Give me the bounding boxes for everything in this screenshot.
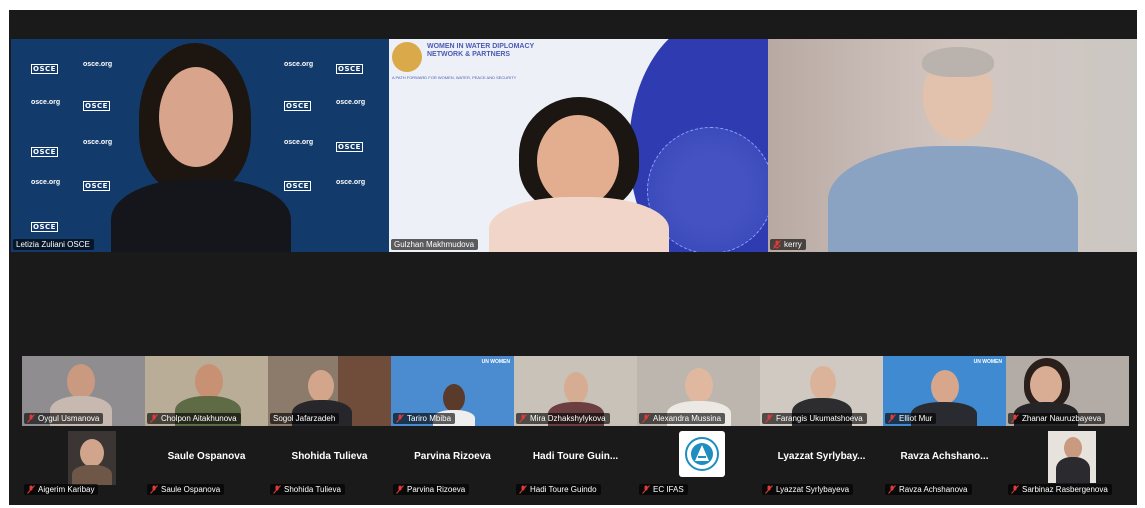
- mic-muted-icon: [773, 240, 781, 249]
- wwd-logo-icon: [392, 42, 422, 72]
- osce-url-text: osce.org: [336, 179, 366, 186]
- mic-muted-icon: [1011, 485, 1019, 494]
- mic-muted-icon: [642, 485, 650, 494]
- participant-name-label: Parvina Rizoeva: [393, 484, 470, 495]
- mic-muted-icon: [396, 414, 404, 423]
- osce-logo-icon: OSCE: [31, 64, 58, 74]
- mic-muted-icon: [27, 485, 35, 494]
- gallery-tile[interactable]: UN WOMEN Elliot Mur: [883, 356, 1006, 426]
- gallery-tile[interactable]: Parvina Rizoeva Parvina Rizoeva: [391, 427, 514, 497]
- osce-logo-icon: OSCE: [83, 101, 110, 111]
- participant-name-label: Sarbinaz Rasbergenova: [1008, 484, 1112, 495]
- participant-name-label: EC IFAS: [639, 484, 688, 495]
- osce-url-text: osce.org: [31, 179, 61, 186]
- gallery-tile[interactable]: Farangis Ukumatshoeva: [760, 356, 883, 426]
- osce-logo-icon: OSCE: [31, 147, 58, 157]
- participant-thumbnail: [68, 431, 116, 485]
- gallery-tile[interactable]: Ravza Achshano... Ravza Achshanova: [883, 427, 1006, 497]
- gallery-tile[interactable]: Cholpon Aitakhunova: [145, 356, 268, 426]
- mic-muted-icon: [765, 414, 773, 423]
- un-women-logo-icon: UN WOMEN: [481, 359, 510, 365]
- gallery-tile[interactable]: Oygul Usmanova: [22, 356, 145, 426]
- ec-ifas-logo-icon: [679, 431, 725, 477]
- gallery-tile[interactable]: EC IFAS: [637, 427, 760, 497]
- mic-muted-icon: [888, 485, 896, 494]
- video-tile-gulzhan[interactable]: WOMEN IN WATER DIPLOMACY NETWORK & PARTN…: [389, 39, 768, 252]
- participant-name-label: Ravza Achshanova: [885, 484, 972, 495]
- gallery-tile[interactable]: UN WOMEN Tariro Mbiba: [391, 356, 514, 426]
- osce-logo-icon: OSCE: [83, 181, 110, 191]
- video-tile-kerry[interactable]: kerry: [768, 39, 1137, 252]
- gallery-tile[interactable]: Zhanar Nauruzbayeva: [1006, 356, 1129, 426]
- participant-name-label: Zhanar Nauruzbayeva: [1008, 413, 1106, 424]
- participant-thumbnail: [1048, 431, 1096, 483]
- participant-name-label: Saule Ospanova: [147, 484, 225, 495]
- participant-video-image: [111, 39, 291, 252]
- mic-muted-icon: [27, 414, 35, 423]
- participant-name-label: kerry: [770, 239, 806, 250]
- mic-muted-icon: [765, 485, 773, 494]
- participant-name-label: Lyazzat Syrlybayeva: [762, 484, 854, 495]
- gallery-tile[interactable]: Sogol Jafarzadeh: [268, 356, 391, 426]
- video-tile-letizia[interactable]: OSCE osce.org OSCE osce.org OSCE osce.or…: [11, 39, 389, 252]
- mic-muted-icon: [519, 414, 527, 423]
- gallery-tile[interactable]: Lyazzat Syrlybay... Lyazzat Syrlybayeva: [760, 427, 883, 497]
- gallery-tile[interactable]: Aigerim Karibay: [22, 427, 145, 497]
- participant-name-label: Aigerim Karibay: [24, 484, 99, 495]
- gallery-tile[interactable]: Hadi Toure Guin... Hadi Toure Guindo: [514, 427, 637, 497]
- banner-title: WOMEN IN WATER DIPLOMACY NETWORK & PARTN…: [427, 43, 535, 58]
- participant-name-label: Farangis Ukumatshoeva: [762, 413, 867, 424]
- osce-url-text: osce.org: [83, 61, 113, 68]
- participant-name-label: Letizia Zuliani OSCE: [13, 239, 94, 250]
- video-conference-window: OSCE osce.org OSCE osce.org OSCE osce.or…: [9, 10, 1137, 505]
- gallery-tile[interactable]: Sarbinaz Rasbergenova: [1006, 427, 1129, 497]
- participant-name-label: Mira Dzhakshylykova: [516, 413, 610, 424]
- banner-subtitle: A PATH FORWARD FOR WOMEN, WATER, PEACE A…: [392, 75, 517, 80]
- osce-logo-icon: OSCE: [336, 142, 363, 152]
- participant-name-label: Elliot Mur: [885, 413, 937, 424]
- gallery-tile[interactable]: Alexandra Mussina: [637, 356, 760, 426]
- participant-video-image: [828, 47, 1078, 252]
- mic-muted-icon: [888, 414, 896, 423]
- participant-video-image: [489, 97, 669, 252]
- osce-url-text: osce.org: [336, 99, 366, 106]
- participant-name-label: Oygul Usmanova: [24, 413, 104, 424]
- un-women-logo-icon: UN WOMEN: [973, 359, 1002, 365]
- participant-name-label: Gulzhan Makhmudova: [391, 239, 479, 250]
- gallery-tile[interactable]: Shohida Tulieva Shohida Tulieva: [268, 427, 391, 497]
- participant-name-label: Hadi Toure Guindo: [516, 484, 601, 495]
- participant-name-label: Tariro Mbiba: [393, 413, 456, 424]
- mic-muted-icon: [150, 485, 158, 494]
- participant-name-label: Sogol Jafarzadeh: [270, 413, 340, 424]
- participant-name-label: Shohida Tulieva: [270, 484, 345, 495]
- osce-logo-icon: OSCE: [31, 222, 58, 232]
- mic-muted-icon: [642, 414, 650, 423]
- participant-name-label: Alexandra Mussina: [639, 413, 726, 424]
- osce-logo-icon: OSCE: [336, 64, 363, 74]
- mic-muted-icon: [273, 485, 281, 494]
- participant-name-label: Cholpon Aitakhunova: [147, 413, 241, 424]
- gallery-tile[interactable]: Saule Ospanova Saule Ospanova: [145, 427, 268, 497]
- mic-muted-icon: [519, 485, 527, 494]
- gallery-tile[interactable]: Mira Dzhakshylykova: [514, 356, 637, 426]
- mic-muted-icon: [1011, 414, 1019, 423]
- mic-muted-icon: [396, 485, 404, 494]
- osce-url-text: osce.org: [83, 139, 113, 146]
- osce-url-text: osce.org: [31, 99, 61, 106]
- mic-muted-icon: [150, 414, 158, 423]
